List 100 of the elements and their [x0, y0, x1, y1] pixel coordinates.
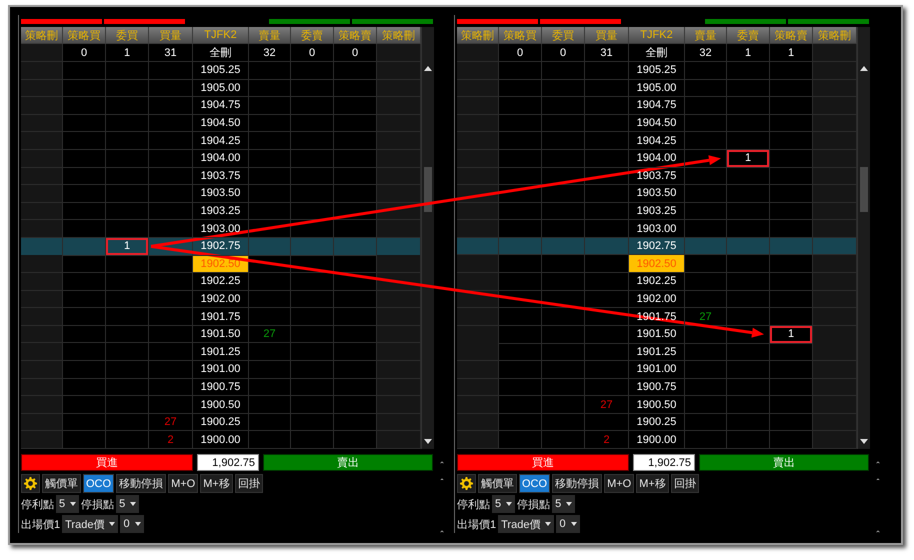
ladder-row[interactable]: 1905.00	[457, 80, 857, 98]
price-cell[interactable]: 1904.75	[193, 97, 249, 115]
price-cell[interactable]: 1900.50	[193, 396, 249, 414]
price-cell[interactable]: 1902.25	[629, 273, 685, 291]
order-type-button[interactable]: OCO	[519, 474, 550, 493]
scrollbar[interactable]	[421, 26, 434, 449]
price-cell[interactable]: 1902.00	[629, 290, 685, 308]
order-type-button[interactable]: 回掛	[670, 474, 699, 493]
order-type-button[interactable]: 移動停損	[116, 474, 166, 493]
price-cell[interactable]: 1904.50	[629, 114, 685, 132]
price-cell[interactable]: 1901.00	[629, 361, 685, 379]
price-cell[interactable]: 1902.25	[193, 273, 249, 291]
dropdown[interactable]: 5	[492, 495, 516, 513]
price-cell[interactable]: 1904.50	[193, 114, 249, 132]
ladder-row[interactable]: 27 1900.25	[21, 414, 421, 432]
ladder-row[interactable]: 1903.00	[21, 220, 421, 238]
ladder-row[interactable]: 1905.00	[21, 80, 421, 98]
price-cell[interactable]: 1903.50	[193, 185, 249, 203]
ladder-row[interactable]: 1901.50 1	[457, 326, 857, 344]
scroll-up-icon[interactable]	[860, 64, 868, 71]
price-cell[interactable]: 1900.25	[193, 414, 249, 432]
scroll-down-icon[interactable]	[424, 439, 432, 445]
dropdown[interactable]: 0	[556, 515, 580, 533]
scroll-down-icon[interactable]	[860, 439, 868, 445]
ladder-row[interactable]: 1903.50	[21, 185, 421, 203]
ladder-row[interactable]: 1901.00	[21, 361, 421, 379]
price-cell[interactable]: 1900.75	[193, 378, 249, 396]
ladder-row[interactable]: 1904.00	[21, 150, 421, 168]
order-type-button[interactable]: OCO	[83, 474, 114, 493]
ladder-row[interactable]: 1903.25	[21, 202, 421, 220]
dropdown[interactable]: Trade價	[498, 515, 554, 533]
price-cell[interactable]: 1902.00	[193, 290, 249, 308]
sell-button[interactable]: 賣出	[263, 454, 433, 471]
price-field[interactable]: 1,902.75	[197, 454, 259, 471]
scroll-up-icon[interactable]	[424, 64, 432, 71]
price-cell[interactable]: 1900.25	[629, 414, 685, 432]
price-cell[interactable]: 1900.00	[193, 431, 249, 449]
ladder-row[interactable]: 1 1902.75	[21, 238, 421, 256]
price-cell[interactable]: 1905.25	[193, 62, 249, 80]
price-cell[interactable]: 1901.50	[193, 326, 249, 344]
order-type-button[interactable]: M+O	[604, 474, 634, 493]
price-cell[interactable]: 1904.25	[193, 132, 249, 150]
ladder-row[interactable]: 1905.25	[457, 62, 857, 80]
ladder-row[interactable]: 1901.50 27	[21, 326, 421, 344]
ladder-row[interactable]: 1905.25	[21, 62, 421, 80]
price-cell[interactable]: 1904.00	[629, 150, 685, 168]
order-type-button[interactable]: 觸價單	[42, 474, 81, 493]
ladder-row[interactable]: 1900.50	[21, 396, 421, 414]
ladder-row[interactable]: 1904.25	[21, 132, 421, 150]
ladder-row[interactable]: 1903.75	[21, 168, 421, 186]
price-cell[interactable]: 1903.50	[629, 185, 685, 203]
dropdown[interactable]: 5	[56, 495, 80, 513]
ladder-row[interactable]: 2 1900.00	[457, 431, 857, 449]
price-cell[interactable]: 1901.75	[193, 308, 249, 326]
order-type-button[interactable]: M+移	[200, 474, 233, 493]
buy-button[interactable]: 買進	[21, 454, 193, 471]
order-type-button[interactable]: M+移	[636, 474, 669, 493]
ladder-row[interactable]: 1902.25	[21, 273, 421, 291]
order-type-button[interactable]: 回掛	[234, 474, 263, 493]
ladder-row[interactable]: 1900.75	[457, 378, 857, 396]
price-cell[interactable]: 1905.00	[629, 80, 685, 98]
ladder-row[interactable]: 1900.75	[21, 378, 421, 396]
ladder-row[interactable]: 1902.25	[457, 273, 857, 291]
collapse-icon[interactable]	[438, 461, 446, 464]
ladder-row[interactable]: 1902.00	[457, 290, 857, 308]
ladder-row[interactable]: 1900.25	[457, 414, 857, 432]
ladder-row[interactable]: 1904.50	[21, 114, 421, 132]
ladder-row[interactable]: 1901.75	[21, 308, 421, 326]
price-cell[interactable]: 1900.00	[629, 431, 685, 449]
price-cell[interactable]: 1903.75	[193, 168, 249, 186]
ladder-row[interactable]: 1904.25	[457, 132, 857, 150]
ladder-row[interactable]: 1901.25	[457, 343, 857, 362]
delete-all-button[interactable]: 全刪	[629, 44, 685, 62]
scroll-thumb[interactable]	[860, 166, 868, 212]
dropdown[interactable]: Trade價	[62, 515, 118, 533]
price-cell[interactable]: 1901.25	[193, 343, 249, 362]
ladder-row[interactable]: 1904.75	[21, 97, 421, 115]
ladder-row[interactable]: 1903.25	[457, 202, 857, 220]
price-cell[interactable]: 1903.75	[629, 168, 685, 186]
collapse-icon[interactable]	[438, 530, 446, 534]
order-cell[interactable]: 1	[727, 150, 769, 167]
price-cell[interactable]: 1904.00	[193, 150, 249, 168]
order-cell[interactable]: 1	[106, 238, 148, 255]
price-cell[interactable]: 1905.00	[193, 80, 249, 98]
order-type-button[interactable]: M+O	[168, 474, 198, 493]
price-cell[interactable]: 1904.75	[629, 97, 685, 115]
ladder-row[interactable]: 1903.00	[457, 220, 857, 238]
price-cell[interactable]: 1900.50	[629, 396, 685, 414]
order-type-button[interactable]: 觸價單	[478, 474, 517, 493]
price-cell[interactable]: 1901.25	[629, 343, 685, 362]
ladder-row[interactable]: 1903.75	[457, 168, 857, 186]
collapse-icon[interactable]	[874, 478, 882, 480]
ladder-row[interactable]: 1902.75	[457, 238, 857, 256]
sell-button[interactable]: 賣出	[699, 454, 869, 471]
dropdown[interactable]: 0	[120, 515, 144, 533]
settings-button[interactable]	[457, 474, 476, 493]
ladder-row[interactable]: 1901.00	[457, 361, 857, 379]
ladder-row[interactable]: 1903.50	[457, 185, 857, 203]
ladder-row[interactable]: 1904.50	[457, 114, 857, 132]
scroll-thumb[interactable]	[424, 166, 432, 212]
